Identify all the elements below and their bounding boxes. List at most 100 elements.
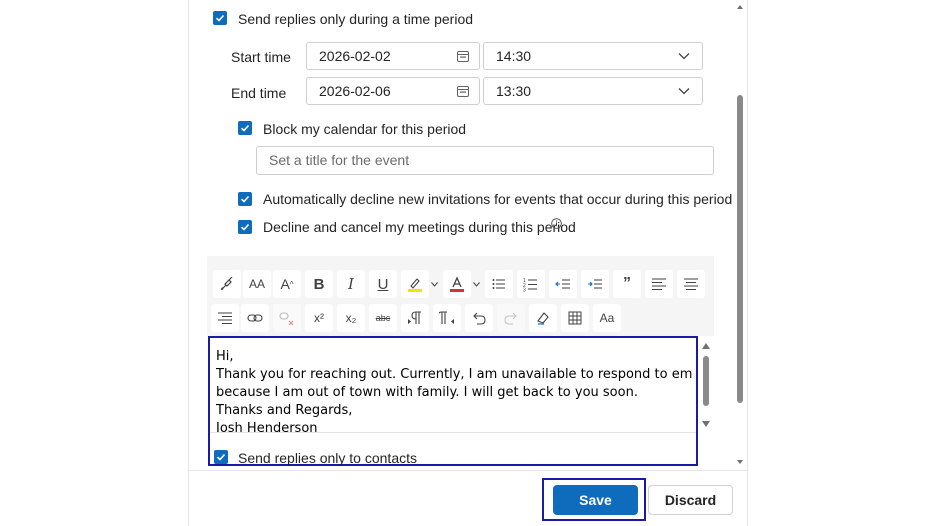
superscript-button[interactable]: x²: [305, 304, 333, 332]
check-icon: [240, 195, 250, 203]
right-to-left-icon: [439, 311, 454, 324]
insert-table-button[interactable]: [561, 304, 589, 332]
italic-button[interactable]: I: [337, 270, 365, 298]
panel-scrollbar[interactable]: [734, 0, 746, 470]
start-time-dropdown[interactable]: 14:30: [483, 42, 703, 70]
undo-button[interactable]: [465, 304, 493, 332]
event-title-input[interactable]: Set a title for the event: [256, 146, 714, 175]
check-icon: [240, 124, 250, 132]
message-body[interactable]: Hi, Thank you for reaching out. Currentl…: [216, 348, 692, 432]
message-line: Thanks and Regards,: [216, 403, 353, 418]
editor-divider: [210, 432, 696, 433]
end-date-field[interactable]: 2026-02-06: [306, 77, 480, 105]
calendar-icon: [457, 51, 469, 62]
grow-font-label: A: [280, 276, 290, 292]
numbered-list-icon: 123: [523, 278, 537, 292]
clear-formatting-icon: [537, 312, 549, 325]
scroll-up-icon[interactable]: [702, 343, 710, 349]
align-right-icon: [218, 312, 232, 324]
quote-button[interactable]: ”: [613, 270, 641, 298]
message-editor[interactable]: Hi, Thank you for reaching out. Currentl…: [208, 336, 698, 466]
auto-decline-label: Automatically decline new invitations fo…: [263, 191, 733, 207]
font-size-button[interactable]: AA: [243, 270, 271, 298]
save-button[interactable]: Save: [553, 485, 638, 515]
chevron-down-icon[interactable]: [473, 282, 480, 287]
highlight-button[interactable]: [401, 270, 429, 298]
start-time-label: Start time: [231, 49, 291, 65]
grow-font-button[interactable]: A ^: [273, 270, 301, 298]
align-center-button[interactable]: [677, 270, 705, 298]
redo-button[interactable]: [497, 304, 525, 332]
highlighter-icon: [408, 278, 422, 292]
end-time-dropdown[interactable]: 13:30: [483, 77, 703, 105]
message-line: Josh Henderson: [216, 421, 318, 432]
time-period-label: Send replies only during a time period: [238, 11, 474, 27]
rtl-button[interactable]: [433, 304, 461, 332]
decline-cancel-label: Decline and cancel my meetings during th…: [263, 219, 576, 235]
scroll-down-icon[interactable]: [737, 460, 743, 464]
footer-divider: [188, 470, 748, 471]
start-date-value: 2026-02-02: [319, 48, 391, 64]
discard-label: Discard: [664, 492, 717, 508]
info-icon[interactable]: [551, 218, 562, 229]
redo-icon: [504, 312, 517, 325]
font-color-button[interactable]: [443, 270, 471, 298]
contacts-only-checkbox[interactable]: [214, 450, 228, 464]
strikethrough-label: abc: [375, 313, 391, 323]
chevron-down-icon[interactable]: [431, 282, 438, 287]
message-line: Hi,: [216, 349, 234, 364]
ltr-button[interactable]: [401, 304, 429, 332]
underline-label: U: [377, 275, 389, 293]
formatting-toolbar: AA A ^ B I U 123 ” x² x₂ abc Aa: [207, 256, 714, 336]
subscript-button[interactable]: x₂: [337, 304, 365, 332]
indent-icon: [588, 279, 602, 289]
change-case-button[interactable]: Aa: [593, 304, 621, 332]
numbering-button[interactable]: 123: [517, 270, 545, 298]
align-left-icon: [652, 278, 666, 290]
scroll-thumb[interactable]: [737, 95, 743, 403]
block-calendar-checkbox[interactable]: [238, 121, 252, 135]
align-right-button[interactable]: [211, 304, 239, 332]
check-icon: [216, 453, 226, 461]
strikethrough-button[interactable]: abc: [369, 304, 397, 332]
bold-label: B: [313, 275, 325, 293]
align-center-icon: [684, 278, 698, 290]
decrease-indent-button[interactable]: [549, 270, 577, 298]
block-calendar-label: Block my calendar for this period: [263, 121, 467, 137]
time-period-checkbox[interactable]: [213, 11, 227, 25]
bullet-list-icon: [492, 279, 505, 289]
scroll-thumb[interactable]: [703, 356, 709, 406]
auto-decline-checkbox[interactable]: [238, 192, 252, 206]
font-color-icon: [450, 276, 464, 292]
discard-button[interactable]: Discard: [648, 485, 733, 515]
format-painter-button[interactable]: [213, 270, 241, 298]
message-line: because I am out of town with family. I …: [216, 385, 638, 400]
superscript-label: x²: [314, 311, 324, 325]
italic-label: I: [348, 275, 354, 293]
scroll-down-icon[interactable]: [702, 421, 710, 427]
underline-button[interactable]: U: [369, 270, 397, 298]
start-date-field[interactable]: 2026-02-02: [306, 42, 480, 70]
insert-link-button[interactable]: [241, 304, 269, 332]
align-left-button[interactable]: [645, 270, 673, 298]
end-time-label: End time: [231, 85, 287, 101]
clear-formatting-button[interactable]: [529, 304, 557, 332]
chevron-down-icon: [678, 53, 690, 60]
increase-indent-button[interactable]: [581, 270, 609, 298]
bullets-button[interactable]: [485, 270, 513, 298]
end-time-value: 13:30: [496, 83, 532, 99]
start-time-value: 14:30: [496, 48, 532, 64]
font-size-label: AA: [248, 277, 265, 291]
left-to-right-icon: [408, 311, 421, 324]
table-icon: [568, 311, 582, 325]
outdent-icon: [555, 279, 570, 289]
subscript-label: x₂: [345, 311, 357, 325]
check-icon: [215, 14, 225, 22]
bold-button[interactable]: B: [305, 270, 333, 298]
scroll-up-icon[interactable]: [737, 5, 743, 9]
message-line: Thank you for reaching out. Currently, I…: [216, 367, 692, 382]
event-title-placeholder: Set a title for the event: [269, 152, 410, 168]
remove-link-button[interactable]: [273, 304, 301, 332]
decline-cancel-checkbox[interactable]: [238, 220, 252, 234]
message-scrollbar[interactable]: [700, 341, 712, 431]
